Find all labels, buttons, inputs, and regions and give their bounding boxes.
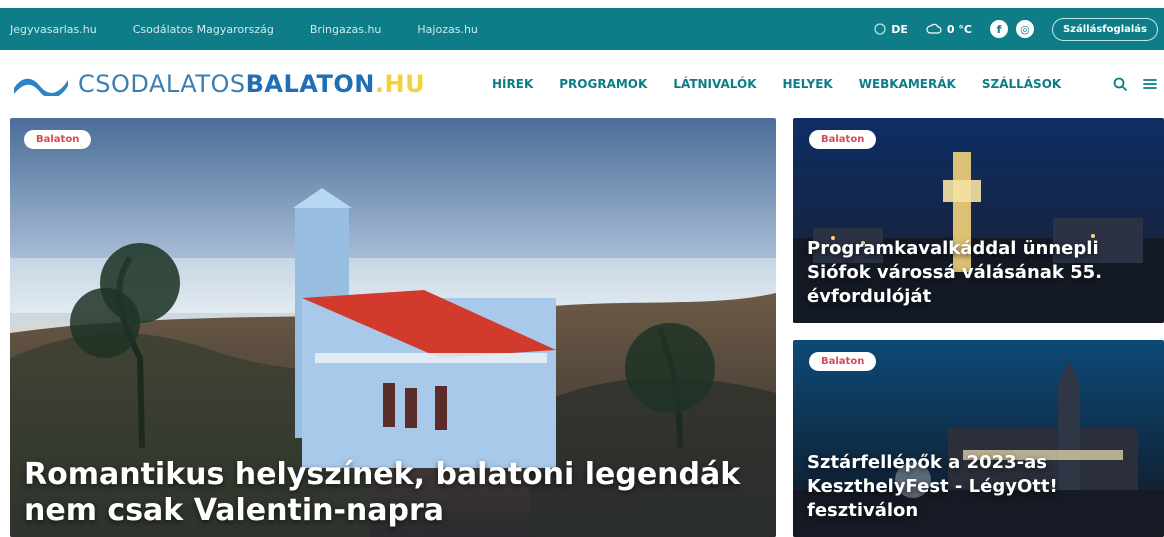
top-bar: Jegyvasarlas.hu Csodálatos Magyarország … (0, 8, 1164, 50)
hamburger-menu-icon[interactable] (1142, 76, 1158, 92)
top-link-jegyvasarlas[interactable]: Jegyvasarlas.hu (10, 23, 97, 36)
menu-item-programok[interactable]: PROGRAMOK (559, 77, 647, 91)
language-switch[interactable]: DE (874, 23, 908, 36)
side-article-category-badge-1[interactable]: Balaton (809, 130, 877, 149)
logo-part2: BALATON (245, 70, 375, 98)
menu-actions (1112, 58, 1158, 110)
featured-article-title[interactable]: Romantikus helyszínek, balatoni legendák… (24, 457, 764, 529)
top-link-csodalatos-magyarorszag[interactable]: Csodálatos Magyarország (133, 23, 274, 36)
side-article-title-1[interactable]: Programkavalkáddal ünnepli Siófok váross… (807, 237, 1152, 309)
wave-logo-icon (14, 78, 68, 96)
language-label: DE (891, 22, 908, 36)
social-links: f ◎ (989, 20, 1034, 38)
logo-part1: CSODALATOS (78, 70, 246, 98)
site-logo[interactable]: CSODALATOSBALATON.HU (12, 68, 425, 100)
top-right: DE 0 °C f ◎ Szállásfoglalás (874, 8, 1158, 50)
menu-item-hirek[interactable]: HÍREK (492, 77, 533, 91)
menu-item-webkamerak[interactable]: WEBKAMERÁK (859, 77, 956, 91)
top-links: Jegyvasarlas.hu Csodálatos Magyarország … (10, 8, 478, 50)
weather: 0 °C (926, 23, 972, 36)
top-link-bringazas[interactable]: Bringazas.hu (310, 23, 382, 36)
top-link-hajozas[interactable]: Hajozas.hu (417, 23, 477, 36)
menu-item-helyek[interactable]: HELYEK (783, 77, 833, 91)
facebook-icon[interactable]: f (989, 20, 1008, 38)
logo-text: CSODALATOSBALATON.HU (78, 70, 425, 98)
globe-icon (874, 23, 886, 35)
logo-part3: .HU (374, 70, 426, 98)
cloud-icon (926, 23, 942, 35)
menu-item-szallasok[interactable]: SZÁLLÁSOK (982, 77, 1061, 91)
main-navbar: CSODALATOSBALATON.HU HÍREK PROGRAMOK LÁT… (0, 58, 1164, 110)
main-menu: HÍREK PROGRAMOK LÁTNIVALÓK HELYEK WEBKAM… (492, 58, 1061, 110)
search-icon[interactable] (1112, 76, 1128, 92)
featured-article-card[interactable]: Balaton Romantikus helyszínek, balatoni … (10, 118, 776, 537)
article-category-badge[interactable]: Balaton (24, 130, 92, 149)
side-article-card-2[interactable]: Balaton Sztárfellépők a 2023-as Keszthel… (793, 340, 1164, 537)
temperature: 0 °C (946, 22, 972, 36)
side-article-card-1[interactable]: Balaton Programkavalkáddal ünnepli Siófo… (793, 118, 1164, 323)
side-article-category-badge-2[interactable]: Balaton (809, 352, 877, 371)
instagram-icon[interactable]: ◎ (1015, 20, 1034, 38)
side-article-title-2[interactable]: Sztárfellépők a 2023-as KeszthelyFest - … (807, 451, 1152, 523)
booking-button[interactable]: Szállásfoglalás (1051, 17, 1158, 41)
menu-item-latnivalok[interactable]: LÁTNIVALÓK (673, 77, 756, 91)
